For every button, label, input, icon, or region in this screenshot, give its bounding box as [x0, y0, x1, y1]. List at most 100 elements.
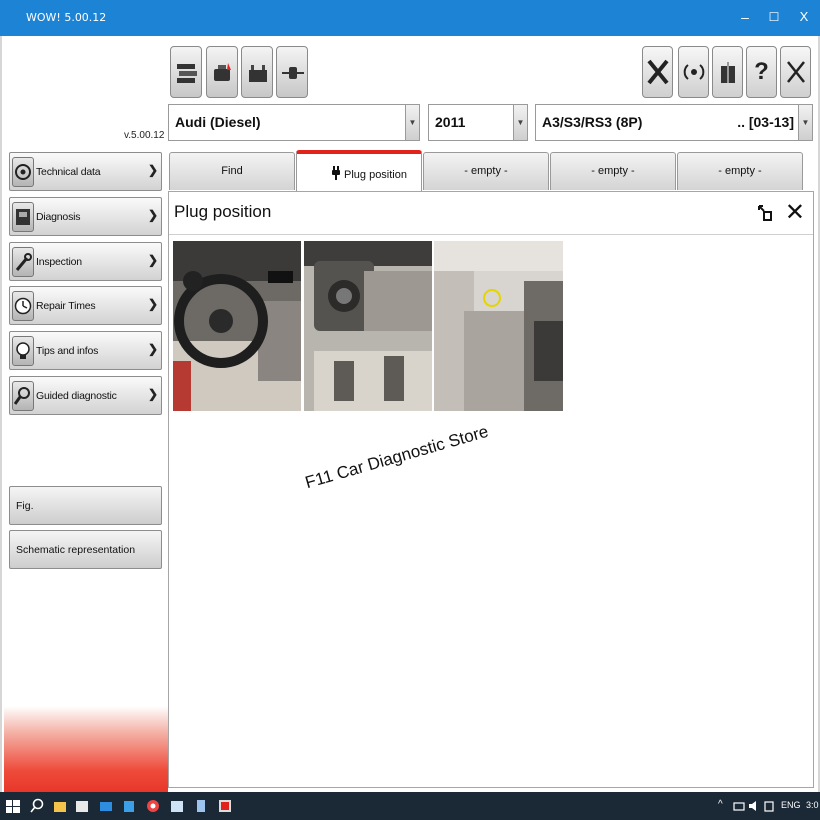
chevron-right-icon: ❯ — [147, 253, 158, 267]
tab-label-text: Plug position — [344, 169, 407, 181]
tab-label: - empty - — [591, 165, 635, 177]
content-title: Plug position — [174, 202, 272, 221]
vehicle-list-button[interactable] — [170, 46, 202, 98]
speaker-icon[interactable] — [748, 797, 760, 815]
exit-icon — [786, 61, 805, 83]
exit-button[interactable] — [780, 46, 811, 98]
engine-icon — [214, 63, 231, 81]
store-icon[interactable] — [122, 797, 136, 815]
sidebar-item-tips-and-infos[interactable]: Tips and infos ❯ — [9, 331, 162, 370]
windows-start-icon[interactable] — [6, 797, 20, 815]
main-frame: ? v.5.00.12 Audi (Diesel) ▼ 2011 ▼ A3/S3… — [0, 36, 820, 792]
chevron-right-icon: ❯ — [147, 342, 158, 356]
plug-icon — [332, 166, 340, 180]
document-app-icon[interactable] — [194, 797, 208, 815]
battery-icon — [249, 65, 267, 82]
sidebar-item-label: Tips and infos — [36, 345, 99, 357]
chevron-right-icon: ❯ — [147, 387, 158, 401]
engine-button[interactable] — [206, 46, 238, 98]
chevron-right-icon: ❯ — [147, 163, 158, 177]
wow-app-icon[interactable] — [218, 797, 232, 815]
year-select[interactable]: 2011 ▼ — [428, 104, 528, 141]
chevron-right-icon: ❯ — [147, 208, 158, 222]
wireless-icon — [683, 64, 704, 80]
lightbulb-icon — [12, 336, 34, 366]
close-icon[interactable]: ✕ — [785, 198, 805, 227]
make-value: Audi (Diesel) — [175, 114, 261, 130]
title-bar: WOW! 5.00.12 – ☐ X — [0, 0, 820, 36]
tab-label: Find — [221, 165, 243, 177]
chevron-down-icon[interactable]: ▼ — [798, 105, 812, 140]
search-icon[interactable] — [30, 797, 44, 815]
language-indicator[interactable]: ENG — [781, 800, 801, 810]
schematic-label: Schematic representation — [16, 544, 136, 556]
tray-chevron-up-icon[interactable]: ^ — [718, 799, 723, 810]
chevron-right-icon: ❯ — [147, 297, 158, 311]
sidebar-item-diagnosis[interactable]: Diagnosis ❯ — [9, 197, 162, 236]
gift-icon — [720, 62, 735, 83]
app-window: WOW! 5.00.12 – ☐ X ? v.5.00.12 Audi (Die… — [0, 0, 820, 820]
battery-tray-icon[interactable] — [763, 797, 775, 815]
chevron-down-icon[interactable]: ▼ — [405, 105, 419, 140]
watermark-text: F11 Car Diagnostic Store — [303, 421, 491, 493]
figure-label: Fig. — [16, 500, 34, 512]
photos-icon[interactable] — [170, 797, 184, 815]
dashboard-steering-photo[interactable] — [173, 241, 301, 411]
file-explorer-icon[interactable] — [53, 797, 67, 815]
popout-icon[interactable] — [757, 204, 773, 222]
diagnosis-icon — [12, 202, 34, 232]
sidebar-item-label: Inspection — [36, 256, 82, 268]
tab-empty-2[interactable]: - empty - — [550, 152, 676, 190]
help-button[interactable]: ? — [746, 46, 777, 98]
sidebar-item-label: Repair Times — [36, 300, 96, 312]
chrome-icon[interactable] — [146, 797, 160, 815]
window-title: WOW! 5.00.12 — [26, 11, 107, 24]
battery-button[interactable] — [241, 46, 273, 98]
figure-button[interactable]: Fig. — [9, 486, 162, 525]
tab-plug-position[interactable]: Plug position — [296, 150, 422, 192]
footwell-plug-photo[interactable] — [434, 241, 563, 411]
wrench-icon — [12, 247, 34, 277]
tools-button[interactable] — [642, 46, 673, 98]
chevron-down-icon[interactable]: ▼ — [513, 105, 527, 140]
taskbar: ^ ENG 3:0 — [0, 792, 820, 820]
light-switch-panel-photo[interactable] — [304, 241, 432, 411]
magnifier-wrench-icon — [12, 381, 34, 411]
tab-empty-3[interactable]: - empty - — [677, 152, 803, 190]
tab-label: Plug position — [307, 166, 431, 181]
sidebar-item-inspection[interactable]: Inspection ❯ — [9, 242, 162, 281]
clock-icon — [12, 291, 34, 321]
sidebar-item-label: Technical data — [36, 166, 101, 178]
make-select[interactable]: Audi (Diesel) ▼ — [168, 104, 420, 141]
tools-icon — [646, 59, 669, 85]
tab-empty-1[interactable]: - empty - — [423, 152, 549, 190]
sidebar-item-guided-diagnostic[interactable]: Guided diagnostic ❯ — [9, 376, 162, 415]
sidebar-item-repair-times[interactable]: Repair Times ❯ — [9, 286, 162, 325]
close-window-button[interactable]: X — [793, 6, 815, 28]
tab-find[interactable]: Find — [169, 152, 295, 190]
wireless-button[interactable] — [678, 46, 709, 98]
mail-icon[interactable] — [99, 797, 113, 815]
edge-browser-icon[interactable] — [75, 797, 89, 815]
model-select[interactable]: A3/S3/RS3 (8P) .. [03-13] ▼ — [535, 104, 813, 141]
content-panel: Plug position ✕ F11 Car Diagnostic Store — [168, 191, 814, 788]
tab-label: - empty - — [464, 165, 508, 177]
gift-button[interactable] — [712, 46, 743, 98]
model-range: .. [03-13] — [737, 114, 794, 130]
minimize-button[interactable]: – — [734, 6, 756, 28]
sidebar-item-label: Diagnosis — [36, 211, 81, 223]
plug-connector-icon — [282, 67, 304, 79]
clock-time[interactable]: 3:0 — [806, 800, 819, 810]
network-icon[interactable] — [733, 797, 745, 815]
sidebar-item-technical-data[interactable]: Technical data ❯ — [9, 152, 162, 191]
sidebar-item-label: Guided diagnostic — [36, 390, 117, 402]
engine-icon — [12, 157, 34, 187]
maximize-button[interactable]: ☐ — [763, 6, 785, 28]
sidebar-accent-fade — [4, 706, 168, 792]
car-list-icon — [177, 64, 197, 83]
connector-button[interactable] — [276, 46, 308, 98]
version-label: v.5.00.12 — [124, 130, 165, 141]
schematic-button[interactable]: Schematic representation — [9, 530, 162, 569]
year-value: 2011 — [435, 114, 466, 130]
help-icon: ? — [754, 58, 769, 85]
